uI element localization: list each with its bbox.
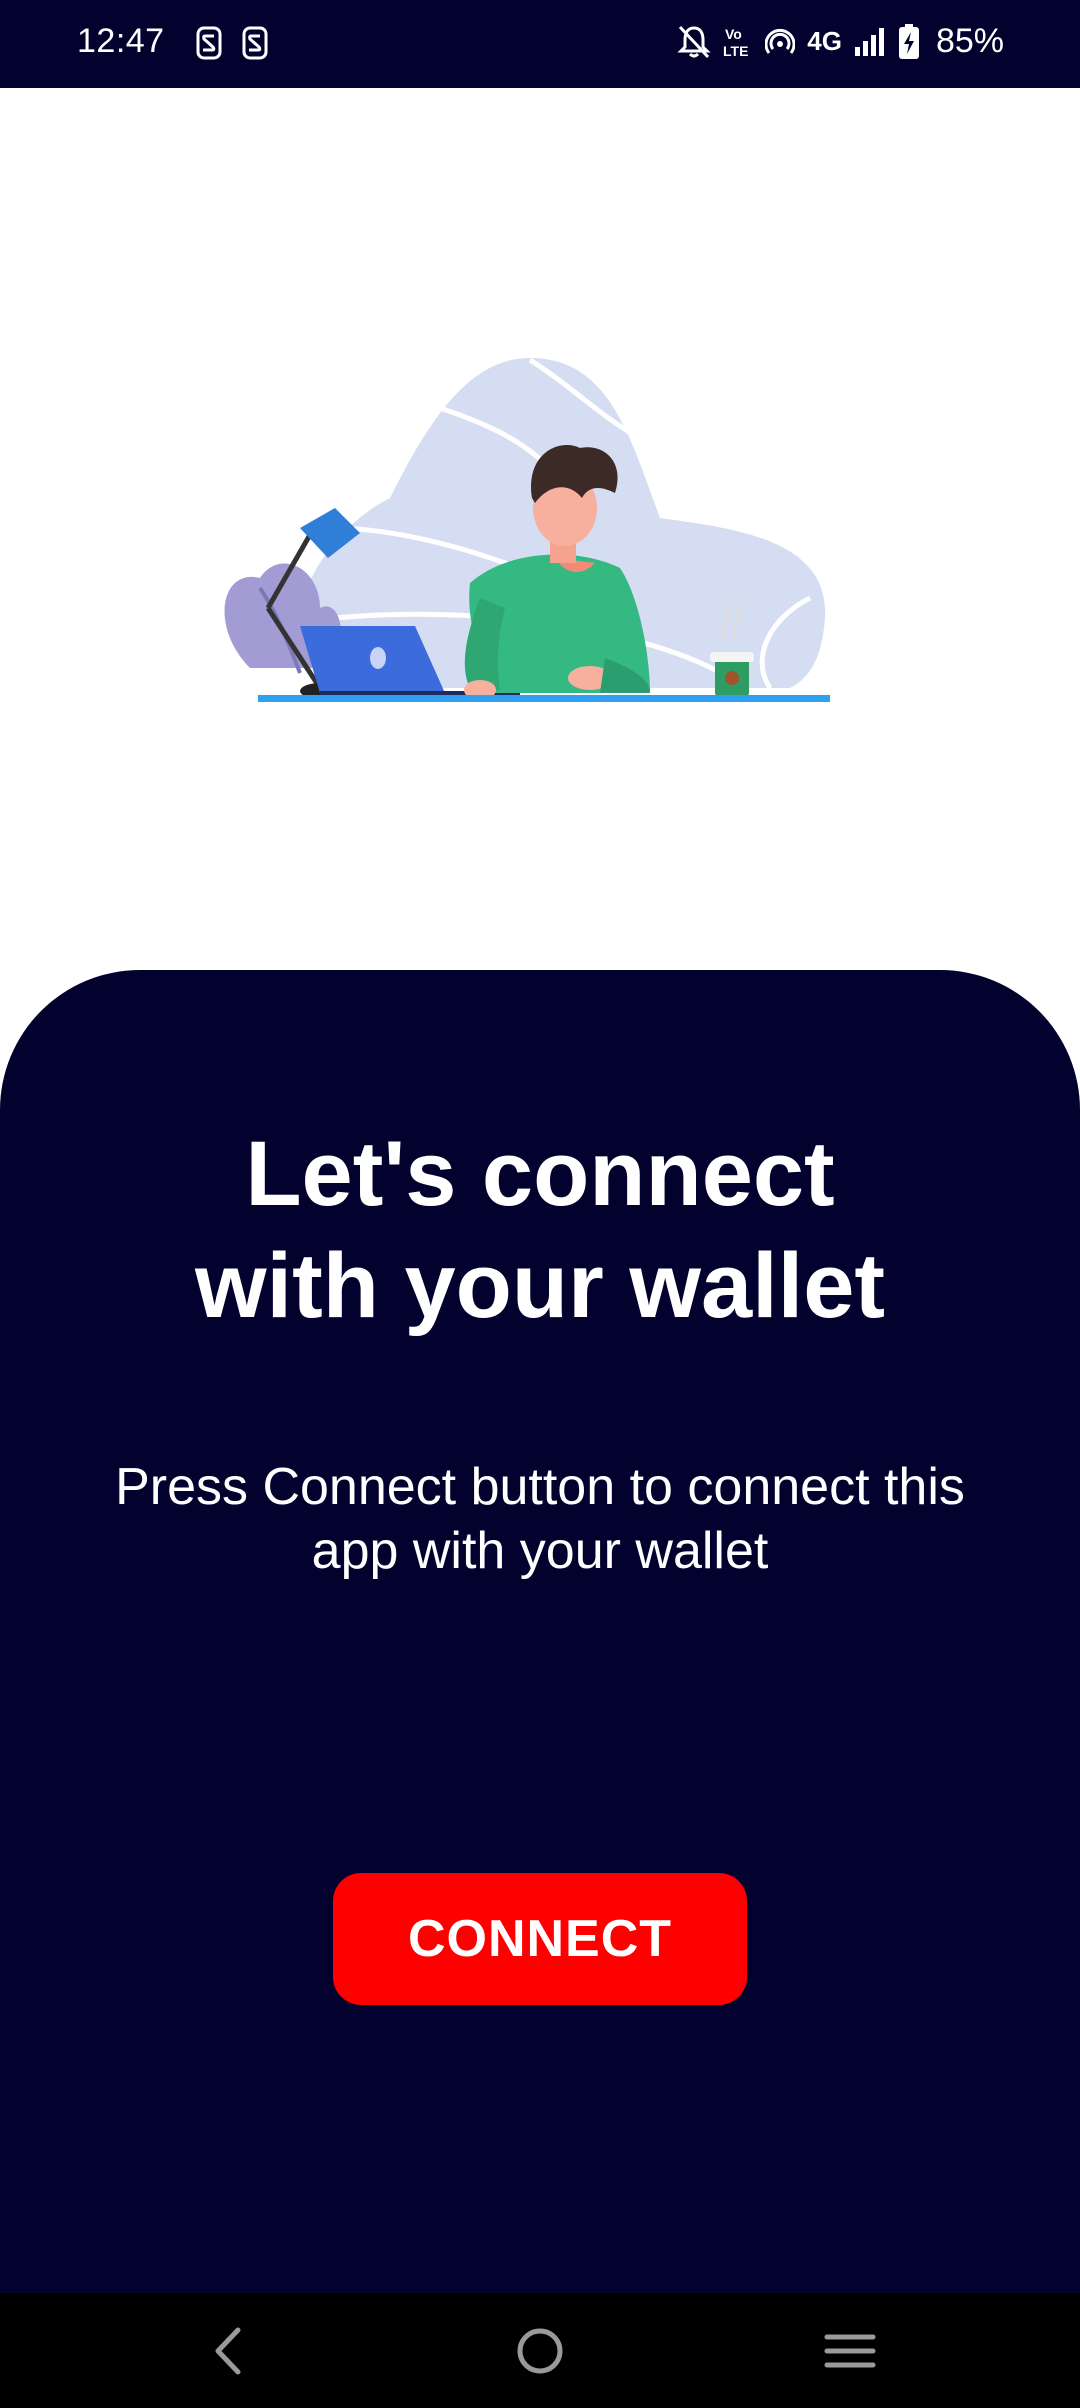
person-working-on-laptop-illustration bbox=[224, 358, 830, 702]
home-icon[interactable] bbox=[510, 2323, 570, 2379]
signal-icon bbox=[854, 27, 886, 57]
battery-charging-icon bbox=[898, 23, 920, 60]
page-description-line-2: app with your wallet bbox=[311, 1522, 769, 1580]
page-title-line-1: Let's connect bbox=[245, 1123, 835, 1225]
back-icon[interactable] bbox=[198, 2323, 258, 2379]
connect-panel: Let's connect with your wallet Press Con… bbox=[0, 970, 1080, 2293]
recents-icon[interactable] bbox=[820, 2323, 880, 2379]
svg-text:LTE: LTE bbox=[723, 43, 748, 59]
notification-s-icon bbox=[242, 26, 268, 65]
status-bar: 12:47 Vo LTE 4G 85% bbox=[0, 0, 1080, 88]
page-description: Press Connect button to connect this app… bbox=[60, 1455, 1020, 1583]
mute-icon bbox=[677, 24, 711, 60]
hero-section bbox=[0, 88, 1080, 970]
navigation-bar bbox=[0, 2293, 1080, 2408]
page-title: Let's connect with your wallet bbox=[0, 1118, 1080, 1342]
battery-percent: 85% bbox=[935, 22, 1004, 60]
page-description-line-1: Press Connect button to connect this bbox=[115, 1458, 965, 1516]
status-time: 12:47 bbox=[77, 22, 165, 60]
status-notification-icons bbox=[196, 26, 268, 65]
notification-s-icon bbox=[196, 26, 222, 65]
network-4g-icon: 4G bbox=[807, 26, 842, 56]
svg-text:Vo: Vo bbox=[725, 26, 742, 42]
connect-button[interactable]: CONNECT bbox=[333, 1873, 747, 2005]
hotspot-icon bbox=[765, 27, 796, 57]
page-title-line-2: with your wallet bbox=[194, 1235, 886, 1337]
volte-icon: Vo LTE bbox=[723, 24, 753, 60]
status-system-icons: Vo LTE 4G 85% bbox=[677, 22, 1004, 61]
